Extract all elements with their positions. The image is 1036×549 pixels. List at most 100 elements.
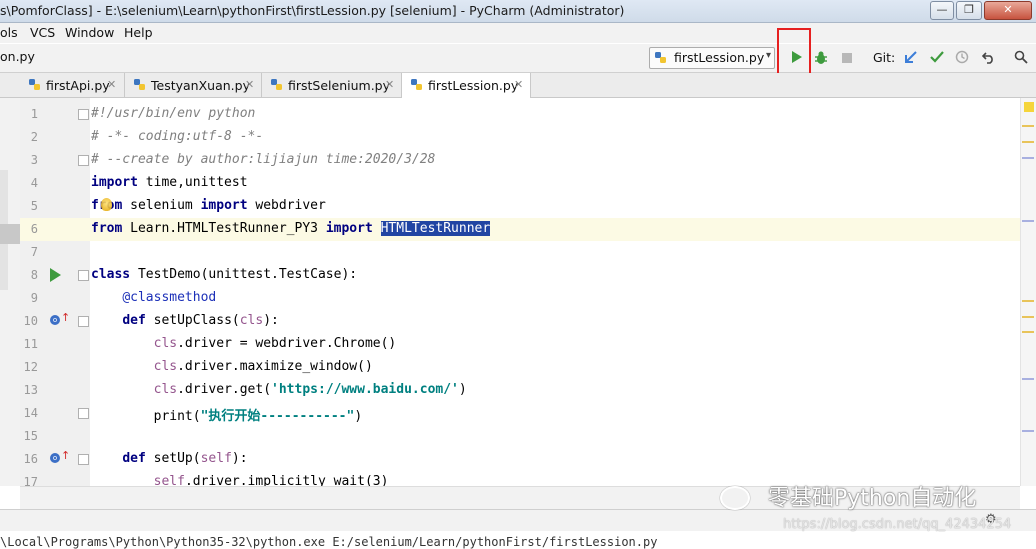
menu-help[interactable]: Help: [124, 25, 153, 40]
line-number: 5: [30, 199, 38, 213]
code-line: 1 #!/usr/bin/env python: [0, 103, 1020, 126]
tab-label: firstSelenium.py: [288, 78, 391, 93]
code-text: @classmethod: [91, 290, 216, 305]
code-token: @classmethod: [122, 290, 217, 305]
close-icon[interactable]: ✕: [245, 78, 254, 91]
code-token: cls: [239, 313, 264, 328]
code-token: import: [325, 221, 373, 236]
lightbulb-icon[interactable]: [101, 198, 112, 211]
menu-window[interactable]: Window: [65, 25, 114, 40]
stripe-mark[interactable]: [1022, 378, 1034, 380]
stripe-mark[interactable]: [1022, 316, 1034, 318]
line-number: 3: [30, 153, 38, 167]
stripe-mark[interactable]: [1022, 141, 1034, 143]
code-text: cls.driver = webdriver.Chrome(): [91, 336, 397, 351]
tab-label: firstLession.py: [428, 78, 519, 93]
stop-button[interactable]: [838, 50, 856, 68]
fold-marker-icon[interactable]: [78, 109, 89, 120]
code-token: def: [122, 313, 146, 328]
search-button[interactable]: [1012, 50, 1030, 68]
code-token: .driver.maximize_window(): [177, 359, 373, 374]
debug-button[interactable]: [812, 50, 830, 68]
menu-tools[interactable]: ols: [0, 25, 18, 40]
code-token: Learn.HTMLTestRunner_PY3: [122, 221, 326, 236]
code-line: 14 print("执行开始-----------"): [0, 402, 1020, 425]
code-token: # --create by author:lijiajun time:2020/…: [91, 152, 436, 167]
code-text: print("执行开始-----------"): [91, 405, 363, 424]
tab-firstselenium[interactable]: firstSelenium.py ✕: [262, 73, 402, 97]
code-token: webdriver: [247, 198, 326, 213]
git-update-button[interactable]: [902, 50, 920, 68]
git-rollback-button[interactable]: [980, 50, 998, 68]
close-button[interactable]: ✕: [984, 1, 1032, 20]
close-icon[interactable]: ✕: [107, 78, 116, 91]
menu-vcs[interactable]: VCS: [30, 25, 55, 40]
fold-marker-icon[interactable]: [78, 270, 89, 281]
line-number: 10: [23, 314, 38, 328]
stripe-mark[interactable]: [1022, 430, 1034, 432]
code-token: from: [91, 221, 123, 236]
code-line: 6 from Learn.HTMLTestRunner_PY3 import HT…: [0, 218, 1020, 241]
code-token: self: [200, 451, 232, 466]
run-configuration-select[interactable]: firstLession.py ▾: [649, 47, 775, 69]
stripe-mark[interactable]: [1022, 125, 1034, 127]
stripe-mark[interactable]: [1022, 157, 1034, 159]
code-token: .driver.get(: [177, 382, 272, 397]
code-text: from Learn.HTMLTestRunner_PY3 import HTM…: [91, 221, 491, 236]
tab-firstapi[interactable]: firstApi.py ✕: [20, 73, 125, 97]
fold-marker-icon[interactable]: [78, 155, 89, 166]
git-commit-button[interactable]: [928, 50, 946, 68]
window-title: s\PomforClass] - E:\selenium\Learn\pytho…: [0, 3, 625, 18]
code-line: 13 cls.driver.get('https://www.baidu.com…: [0, 379, 1020, 402]
close-icon[interactable]: ✕: [385, 78, 394, 91]
maximize-button[interactable]: ❐: [956, 1, 982, 20]
code-text: def setUp(self):: [91, 451, 247, 466]
code-token: print(: [91, 409, 201, 424]
wechat-icon: [720, 486, 750, 510]
python-file-icon: [655, 52, 666, 63]
line-number: 4: [30, 176, 38, 190]
stripe-mark[interactable]: [1022, 220, 1034, 222]
arrow-up-icon: ↑: [61, 311, 71, 324]
code-text: #!/usr/bin/env python: [91, 106, 255, 121]
chevron-down-icon: ▾: [765, 50, 771, 61]
line-number: 6: [30, 222, 38, 236]
watermark-text: 零基础Python自动化: [768, 486, 977, 511]
stop-icon: [842, 53, 852, 63]
close-icon[interactable]: ✕: [514, 78, 523, 91]
fold-marker-icon[interactable]: [78, 316, 89, 327]
minimize-button[interactable]: —: [930, 1, 954, 20]
fold-marker-icon[interactable]: [78, 454, 89, 465]
console-output: \Local\Programs\Python\Python35-32\pytho…: [0, 535, 658, 549]
tab-firstlession[interactable]: firstLession.py ✕: [402, 73, 531, 98]
navigation-toolbar: on.py firstLession.py ▾ Git:: [0, 44, 1036, 73]
code-text: self.driver.implicitly_wait(3): [91, 474, 389, 486]
override-method-icon[interactable]: o: [50, 453, 60, 463]
code-token: 'https://www.baidu.com/': [271, 382, 459, 397]
code-token: setUpClass(: [145, 313, 240, 328]
stripe-mark[interactable]: [1022, 331, 1034, 333]
warning-indicator[interactable]: [1024, 102, 1034, 112]
tab-testyanxuan[interactable]: TestyanXuan.py ✕: [125, 73, 262, 97]
run-gutter-icon[interactable]: [50, 268, 61, 282]
python-file-icon: [29, 79, 40, 90]
stripe-mark[interactable]: [1022, 300, 1034, 302]
override-method-icon[interactable]: o: [50, 315, 60, 325]
breadcrumb[interactable]: on.py: [0, 49, 35, 64]
line-number: 13: [23, 383, 38, 397]
arrow-up-icon: ↑: [61, 449, 71, 462]
line-number: 17: [23, 475, 38, 486]
git-history-button[interactable]: [953, 50, 971, 68]
code-line: 15: [0, 425, 1020, 448]
fold-marker-icon[interactable]: [78, 408, 89, 419]
code-token: setUp(: [145, 451, 201, 466]
code-text: # --create by author:lijiajun time:2020/…: [91, 152, 435, 167]
code-lines: 1 #!/usr/bin/env python 2 # -*- coding:utf-…: [0, 103, 1020, 486]
